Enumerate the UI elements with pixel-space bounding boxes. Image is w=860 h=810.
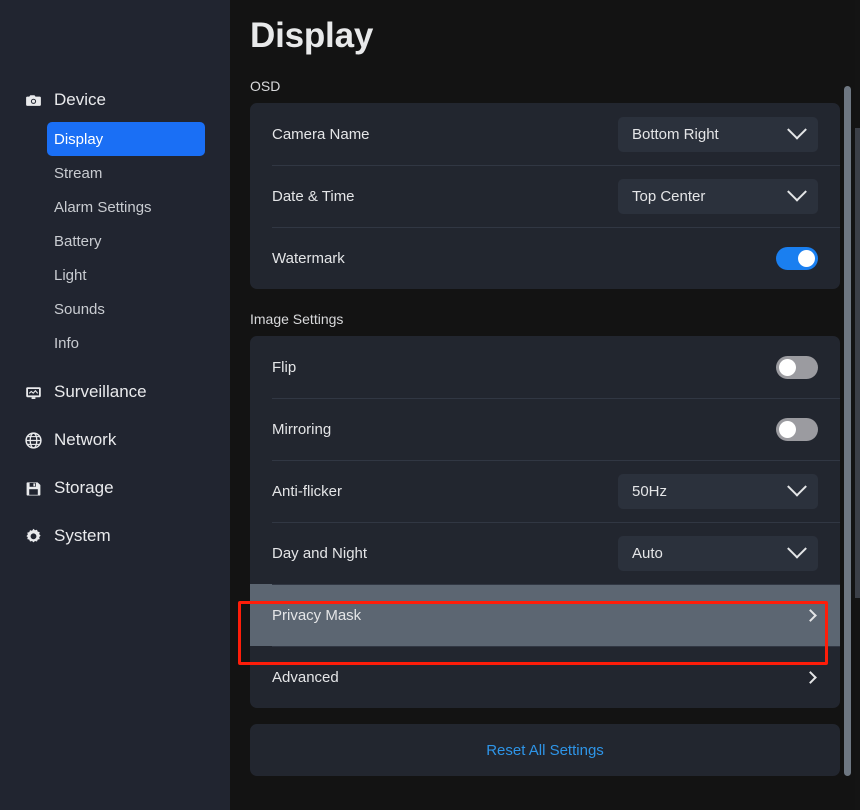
date-time-select-value: Top Center [632, 187, 706, 205]
row-flip-label: Flip [272, 358, 297, 376]
sidebar-item-stream-label: Stream [54, 164, 103, 182]
sidebar-item-storage-label: Storage [54, 478, 114, 497]
sidebar-item-sounds-label: Sounds [54, 300, 105, 318]
image-settings-card: Flip Mirroring Anti-flicker 50Hz Day and… [250, 336, 840, 708]
flip-toggle[interactable] [776, 355, 818, 379]
toggle-knob [779, 358, 796, 376]
floppy-disk-icon [24, 479, 43, 498]
sidebar-item-sounds[interactable]: Sounds [47, 292, 205, 326]
camera-name-select[interactable]: Bottom Right [618, 116, 818, 152]
toggle-knob [798, 249, 815, 267]
sidebar-item-stream[interactable]: Stream [47, 156, 205, 190]
row-mirroring-label: Mirroring [272, 420, 332, 438]
sidebar-item-system[interactable]: System [0, 512, 230, 560]
sidebar-item-alarm-settings-label: Alarm Settings [54, 198, 152, 216]
day-and-night-select-value: Auto [632, 544, 663, 562]
window-scrollbar-track[interactable] [855, 0, 860, 810]
sidebar-item-surveillance[interactable]: Surveillance [0, 368, 230, 416]
chevron-down-icon [787, 476, 807, 497]
sidebar-item-network[interactable]: Network [0, 416, 230, 464]
row-watermark: Watermark [250, 227, 840, 289]
content-scrollbar[interactable] [844, 86, 851, 776]
section-label-osd: OSD [250, 78, 281, 94]
watermark-toggle[interactable] [776, 246, 818, 270]
row-anti-flicker-label: Anti-flicker [272, 482, 343, 500]
sidebar-device-submenu: Display Stream Alarm Settings Battery Li… [0, 122, 230, 360]
reset-all-settings-label: Reset All Settings [486, 741, 604, 759]
chevron-down-icon [787, 119, 807, 140]
reset-all-settings-button[interactable]: Reset All Settings [250, 724, 840, 776]
mirroring-toggle[interactable] [776, 417, 818, 441]
sidebar-item-storage[interactable]: Storage [0, 464, 230, 512]
sidebar-item-alarm-settings[interactable]: Alarm Settings [47, 190, 205, 224]
section-label-image-settings: Image Settings [250, 311, 344, 327]
sidebar-item-display-label: Display [54, 130, 104, 148]
date-time-select[interactable]: Top Center [618, 178, 818, 214]
page-title: Display [250, 16, 374, 55]
sidebar-item-info[interactable]: Info [47, 326, 205, 360]
sidebar-item-light-label: Light [54, 266, 87, 284]
row-watermark-label: Watermark [272, 249, 345, 267]
monitor-icon [24, 383, 43, 402]
row-date-time-label: Date & Time [272, 187, 355, 205]
main-content: Display OSD Camera Name Bottom Right Dat… [230, 0, 860, 810]
row-camera-name: Camera Name Bottom Right [250, 103, 840, 165]
sidebar-item-display[interactable]: Display [47, 122, 205, 156]
globe-icon [24, 431, 43, 450]
chevron-down-icon [787, 181, 807, 202]
sidebar-item-system-label: System [54, 526, 111, 545]
main-inner: Display OSD Camera Name Bottom Right Dat… [230, 0, 860, 776]
window-scrollbar-thumb[interactable] [855, 128, 860, 598]
sidebar-group-device-label: Device [54, 90, 106, 109]
row-camera-name-label: Camera Name [272, 125, 370, 143]
chevron-right-icon [804, 670, 817, 684]
chevron-down-icon [787, 538, 807, 559]
sidebar-item-light[interactable]: Light [47, 258, 205, 292]
row-anti-flicker: Anti-flicker 50Hz [250, 460, 840, 522]
row-flip: Flip [250, 336, 840, 398]
anti-flicker-select-value: 50Hz [632, 482, 668, 500]
row-date-time: Date & Time Top Center [250, 165, 840, 227]
camera-icon [24, 91, 43, 110]
camera-name-select-value: Bottom Right [632, 125, 719, 143]
anti-flicker-select[interactable]: 50Hz [618, 473, 818, 509]
chevron-right-icon [804, 608, 817, 622]
settings-app-window: Device Display Stream Alarm Settings Bat… [0, 0, 860, 810]
row-day-and-night: Day and Night Auto [250, 522, 840, 584]
row-privacy-mask-label: Privacy Mask [272, 606, 362, 624]
gear-icon [24, 527, 43, 546]
sidebar-item-info-label: Info [54, 334, 80, 352]
sidebar-item-battery[interactable]: Battery [47, 224, 205, 258]
toggle-knob [779, 420, 796, 438]
osd-settings-card: Camera Name Bottom Right Date & Time Top… [250, 103, 840, 289]
sidebar-item-surveillance-label: Surveillance [54, 382, 147, 401]
row-day-and-night-label: Day and Night [272, 544, 368, 562]
sidebar-group-device[interactable]: Device [0, 84, 230, 116]
row-privacy-mask[interactable]: Privacy Mask [250, 584, 840, 646]
row-advanced[interactable]: Advanced [250, 646, 840, 708]
sidebar-item-battery-label: Battery [54, 232, 102, 250]
sidebar-item-network-label: Network [54, 430, 117, 449]
row-mirroring: Mirroring [250, 398, 840, 460]
row-advanced-label: Advanced [272, 668, 339, 686]
day-and-night-select[interactable]: Auto [618, 535, 818, 571]
sidebar: Device Display Stream Alarm Settings Bat… [0, 0, 230, 810]
